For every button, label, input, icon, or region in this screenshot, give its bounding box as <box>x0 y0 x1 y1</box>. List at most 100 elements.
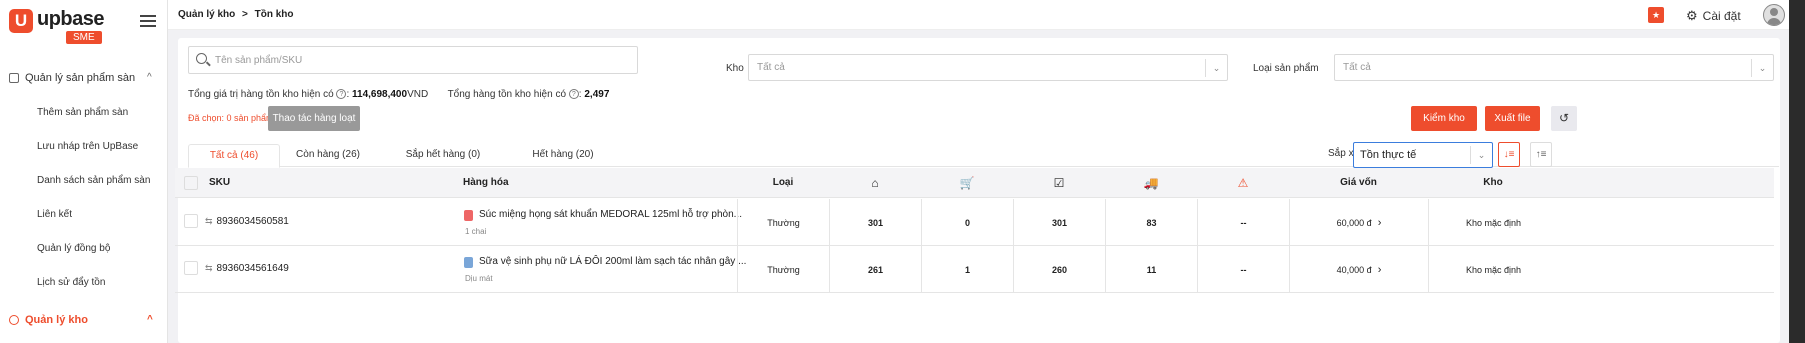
avatar[interactable] <box>1763 4 1785 26</box>
sidebar-section-label: Quản lý sản phẩm sàn <box>25 72 136 84</box>
sort-select[interactable]: Tồn thực tế ⌄ <box>1353 142 1493 168</box>
star-icon[interactable]: ★ <box>1648 7 1664 23</box>
sort-value: Tồn thực tế <box>1360 149 1417 161</box>
cell-cost-price[interactable]: 40,000 đ › <box>1289 246 1428 293</box>
settings-label: Cài đặt <box>1702 9 1741 23</box>
check-square-icon: ☑ <box>1053 176 1065 190</box>
breadcrumb-current: Tồn kho <box>254 9 294 20</box>
export-file-button[interactable]: Xuất file <box>1485 106 1540 131</box>
search-input[interactable]: Tên sản phẩm/SKU <box>188 46 638 74</box>
cell-available: 301 <box>1013 199 1105 246</box>
product-variant: 1 chai <box>465 227 487 236</box>
box-icon <box>9 73 19 83</box>
top-bar: Quản lý kho > Tồn kho ★ ⚙ Cài đặt <box>168 0 1789 30</box>
summary-currency: VND <box>407 89 429 100</box>
cell-type: Thường <box>737 199 829 246</box>
breadcrumb: Quản lý kho > Tồn kho <box>178 9 294 20</box>
product-thumbnail <box>464 210 473 221</box>
bulk-actions-label: Thao tác hàng loạt <box>272 113 356 124</box>
cell-warning: -- <box>1197 199 1289 246</box>
sidebar-section-label: Quản lý kho <box>25 314 88 326</box>
cell-reserved: 0 <box>921 199 1013 246</box>
select-all-checkbox[interactable] <box>184 176 198 190</box>
product-thumbnail <box>464 257 473 268</box>
row-sku: 8936034560581 <box>216 216 289 227</box>
app-window: U upbase SME Quản lý sản phẩm sàn ^ Thêm… <box>0 0 1789 343</box>
summary-value-label: Tổng giá trị hàng tồn kho hiện có <box>188 89 334 100</box>
product-name[interactable]: Súc miệng họng sát khuẩn MEDORAL 125ml h… <box>479 209 742 220</box>
inventory-summary: Tổng giá trị hàng tồn kho hiện có ?: 114… <box>188 89 610 100</box>
table-row[interactable]: ⇆ 8936034560581 Súc miệng họng sát khuẩn … <box>175 199 1774 246</box>
cell-type: Thường <box>737 246 829 293</box>
sidebar-item-links[interactable]: Liên kết <box>37 209 72 220</box>
breadcrumb-separator: > <box>242 9 248 20</box>
header-type: Loại <box>772 177 794 188</box>
warehouse-select[interactable]: Tất cả ⌄ <box>748 54 1228 81</box>
breadcrumb-parent[interactable]: Quản lý kho <box>178 9 235 20</box>
sidebar-section-warehouse[interactable]: Quản lý kho ^ <box>9 314 159 326</box>
sidebar-item-sync[interactable]: Quản lý đồng bộ <box>37 243 110 254</box>
logo[interactable]: U upbase SME <box>9 8 117 44</box>
cell-shipping: 83 <box>1105 199 1197 246</box>
summary-qty-label: Tổng hàng tồn kho hiện có <box>447 89 567 100</box>
help-icon[interactable]: ? <box>336 89 347 100</box>
row-checkbox[interactable] <box>184 214 198 228</box>
cell-available: 260 <box>1013 246 1105 293</box>
cart-icon: 🛒 <box>959 176 975 190</box>
sort-asc-icon[interactable]: ↑≡ <box>1530 142 1552 167</box>
row-checkbox[interactable] <box>184 261 198 275</box>
warehouse-value: Tất cả <box>757 62 785 73</box>
warehouse-label: Kho <box>726 63 744 74</box>
sidebar-section-products[interactable]: Quản lý sản phẩm sàn ^ <box>9 72 159 84</box>
search-icon <box>196 53 207 64</box>
home-icon: ⌂ <box>871 176 879 190</box>
sidebar-item-drafts[interactable]: Lưu nháp trên UpBase <box>37 141 138 152</box>
product-type-value: Tất cả <box>1343 62 1371 73</box>
row-sku: 8936034561649 <box>216 263 289 274</box>
warning-icon: ⚠ <box>1237 176 1249 190</box>
cell-reserved: 1 <box>921 246 1013 293</box>
hamburger-menu-icon[interactable] <box>140 15 156 27</box>
product-variant: Dịu mát <box>465 274 493 283</box>
product-type-label: Loại sản phẩm <box>1253 63 1319 74</box>
summary-value: 114,698,400 <box>352 89 408 100</box>
link-icon: ⇆ <box>205 216 213 226</box>
bulk-actions-button[interactable]: Thao tác hàng loạt ⌄ <box>268 106 360 149</box>
chevron-right-icon: › <box>1377 216 1382 229</box>
chevron-up-icon: ^ <box>147 72 152 83</box>
sort-desc-icon[interactable]: ↓≡ <box>1498 142 1520 167</box>
truck-icon: 🚚 <box>1143 176 1159 190</box>
settings-button[interactable]: ⚙ Cài đặt <box>1686 8 1741 24</box>
header-cost-price: Giá vốn <box>1340 177 1377 188</box>
chevron-up-icon: ^ <box>147 314 153 325</box>
tab-in-stock[interactable]: Còn hàng (26) <box>280 144 376 168</box>
logo-mark: U <box>9 9 33 33</box>
tab-out-of-stock[interactable]: Hết hàng (20) <box>508 144 618 168</box>
logo-tag: SME <box>66 31 102 44</box>
sidebar-item-add-product[interactable]: Thêm sản phẩm sàn <box>37 107 128 118</box>
history-icon[interactable]: ↺ <box>1551 106 1577 131</box>
cell-stock: 301 <box>829 199 921 246</box>
logo-name: upbase <box>37 8 105 30</box>
warehouse-icon <box>9 315 19 325</box>
cell-warehouse: Kho mặc định <box>1428 246 1558 293</box>
tab-low-stock[interactable]: Sắp hết hàng (0) <box>378 144 508 168</box>
table-header: SKU Hàng hóa Loại ⌂ 🛒 ☑ 🚚 ⚠ Giá vốn Kho <box>175 168 1774 198</box>
cell-cost-price[interactable]: 60,000 đ › <box>1289 199 1428 246</box>
sidebar-item-product-list[interactable]: Danh sách sản phẩm sàn <box>37 175 150 186</box>
sidebar-item-stock-history[interactable]: Lịch sử đẩy tồn <box>37 277 105 288</box>
header-sku: SKU <box>209 177 231 188</box>
sidebar: U upbase SME Quản lý sản phẩm sàn ^ Thêm… <box>0 0 168 343</box>
product-type-select[interactable]: Tất cả ⌄ <box>1334 54 1774 81</box>
stock-check-button[interactable]: Kiểm kho <box>1411 106 1477 131</box>
product-name[interactable]: Sữa vệ sinh phụ nữ LÁ ĐÔI 200ml làm sạch… <box>479 256 746 267</box>
cost-price-value: 60,000 đ <box>1336 217 1372 228</box>
cell-stock: 261 <box>829 246 921 293</box>
header-product: Hàng hóa <box>463 177 509 188</box>
table-row[interactable]: ⇆ 8936034561649 Sữa vệ sinh phụ nữ LÁ ĐÔI… <box>175 246 1774 293</box>
link-icon: ⇆ <box>205 263 213 273</box>
header-warehouse: Kho <box>1483 177 1503 188</box>
help-icon[interactable]: ? <box>568 89 579 100</box>
cell-shipping: 11 <box>1105 246 1197 293</box>
tab-all[interactable]: Tất cả (46) <box>188 144 280 168</box>
